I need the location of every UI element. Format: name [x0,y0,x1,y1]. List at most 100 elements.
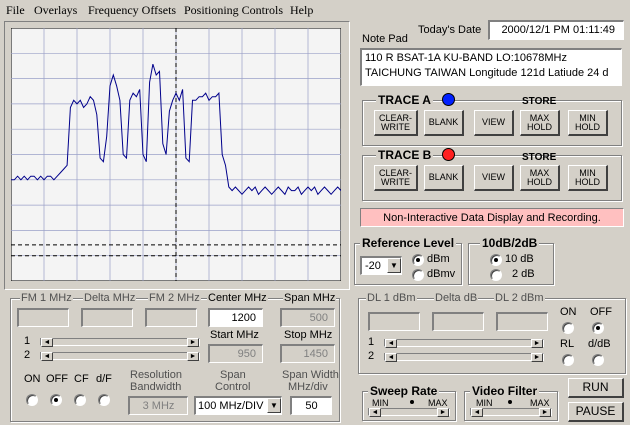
dl1-label: DL 1 dBm [366,292,417,304]
center-mhz-label: Center MHz [207,292,268,304]
dl-rl-radio[interactable] [562,354,574,366]
arrow-left-icon[interactable]: ◄ [41,352,53,361]
arrow-right-icon[interactable]: ► [437,408,449,417]
dl-1-slider[interactable]: ◄ ► [384,339,544,348]
dl-rl-label: RL [560,338,575,350]
date-value: 2000/12/1 PM 01:11:49 [501,24,615,36]
resolution-bandwidth-field[interactable]: 3 MHz [128,396,188,415]
span-mhz-value: 500 [309,312,328,324]
trace-a-title: TRACE A [376,93,433,107]
date-field: 2000/12/1 PM 01:11:49 [488,20,624,40]
chevron-down-icon[interactable]: ▼ [267,398,281,413]
run-button[interactable]: RUN [568,378,624,398]
stop-mhz-field[interactable]: 1450 [280,344,335,363]
dl-ddb-radio[interactable] [592,354,604,366]
resolution-label: Resolution [130,369,182,381]
arrow-right-icon[interactable]: ► [187,352,199,361]
reference-dbmv-radio[interactable] [412,269,424,281]
trace-a-clear-write-button[interactable]: CLEAR- WRITE [374,110,418,136]
menu-file[interactable]: File [6,3,25,18]
dl-delta-label: Delta dB [434,292,479,304]
trace-a-min-hold-button[interactable]: MIN HOLD [568,110,608,136]
fm1-field[interactable] [17,308,69,327]
dl-off-radio[interactable] [592,322,604,334]
trace-b-blank-button[interactable]: BLANK [424,165,464,191]
span-mhz-label: Span MHz [283,292,337,304]
dl-2-slider[interactable]: ◄ ► [384,353,544,362]
marker-on-radio[interactable] [26,394,38,406]
trace-a-blank-button[interactable]: BLANK [424,110,464,136]
menu-help[interactable]: Help [290,3,313,18]
start-mhz-label: Start MHz [210,329,259,341]
video-filter-slider[interactable]: ◄ ► [470,408,552,417]
dl-on-label: ON [560,306,577,318]
status-text: Non-Interactive Data Display and Recordi… [383,212,601,224]
marker-2-slider[interactable]: ◄ ► [40,352,200,361]
trace-a-max-hold-button[interactable]: MAX HOLD [520,110,560,136]
trace-b-store-label: STORE [522,152,557,163]
display-line-panel [358,298,626,374]
trace-b-min-hold-button[interactable]: MIN HOLD [568,165,608,191]
arrow-right-icon[interactable]: ► [531,353,543,362]
marker-cf-radio[interactable] [74,394,86,406]
menu-frequency-offsets[interactable]: Frequency Offsets [88,3,176,18]
trace-a-color-icon [442,93,455,106]
dl1-field[interactable] [368,312,420,331]
span-mhz-field[interactable]: 500 [280,308,335,327]
span-control-label-1: Span [220,369,246,381]
delta-mhz-field[interactable] [81,308,133,327]
arrow-left-icon[interactable]: ◄ [369,408,381,417]
trace-b-clear-write-button[interactable]: CLEAR- WRITE [374,165,418,191]
pause-button[interactable]: PAUSE [568,402,624,422]
fm2-field[interactable] [145,308,197,327]
menu-overlays[interactable]: Overlays [34,3,77,18]
reference-dbm-label: dBm [427,253,450,265]
start-mhz-field[interactable]: 950 [208,344,263,363]
sweep-rate-title: Sweep Rate [368,384,440,398]
marker-cf-label: CF [74,373,89,385]
delta-mhz-label: Delta MHz [83,292,137,304]
reference-level-value: -20 [365,260,381,272]
arrow-left-icon[interactable]: ◄ [41,338,53,347]
span-width-field[interactable]: 50 [290,396,332,415]
arrow-left-icon[interactable]: ◄ [385,339,397,348]
trace-a-view-button[interactable]: VIEW [474,110,514,136]
dl2-field[interactable] [496,312,548,331]
menu-positioning-controls[interactable]: Positioning Controls [184,3,283,18]
marker-df-label: d/F [96,373,112,385]
resolution-bandwidth-value: 3 MHz [142,400,175,412]
scale-2db-radio[interactable] [490,269,502,281]
dl-ddb-label: d/dB [588,338,611,350]
dl-off-label: OFF [590,306,612,318]
video-indicator [508,400,512,404]
arrow-right-icon[interactable]: ► [539,408,551,417]
dl2-label: DL 2 dBm [494,292,545,304]
arrow-left-icon[interactable]: ◄ [385,353,397,362]
reference-dbm-radio[interactable] [412,254,424,266]
span-control-select[interactable]: 100 MHz/DIV ▼ [194,396,282,415]
trace-b-max-hold-button[interactable]: MAX HOLD [520,165,560,191]
dl-delta-field[interactable] [432,312,484,331]
trace-b-title: TRACE B [376,148,434,162]
marker-off-radio[interactable] [50,394,62,406]
dl-on-radio[interactable] [562,322,574,334]
arrow-right-icon[interactable]: ► [187,338,199,347]
arrow-left-icon[interactable]: ◄ [471,408,483,417]
marker-df-radio[interactable] [98,394,110,406]
notepad-field[interactable]: 110 R BSAT-1A KU-BAND LO:10678MHz TAICHU… [360,48,622,86]
arrow-right-icon[interactable]: ► [531,339,543,348]
bandwidth-label: Bandwidth [130,381,182,393]
trace-b-color-icon [442,148,455,161]
stop-mhz-value: 1450 [303,348,328,360]
reference-level-select[interactable]: -20 ▼ [360,256,402,275]
sweep-rate-slider[interactable]: ◄ ► [368,408,450,417]
scale-10db-radio[interactable] [490,254,502,266]
trace-b-view-button[interactable]: VIEW [474,165,514,191]
video-max-label: MAX [530,398,550,408]
dl-1-label: 1 [368,336,375,348]
chevron-down-icon[interactable]: ▼ [387,258,401,273]
span-width-label-2: MHz/div [288,381,328,393]
marker-1-slider[interactable]: ◄ ► [40,338,200,347]
center-mhz-field[interactable]: 1200 [208,308,263,327]
spectrum-display[interactable] [11,28,341,281]
